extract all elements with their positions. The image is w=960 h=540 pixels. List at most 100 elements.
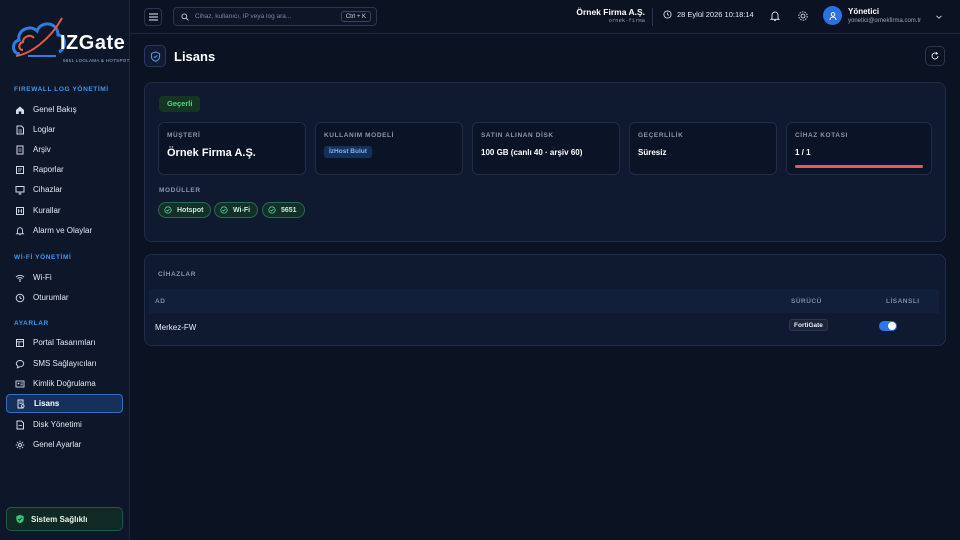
sidebar-item-reports[interactable]: Raporlar: [6, 160, 123, 179]
device-name-cell: Merkez-FW: [155, 323, 197, 332]
module-label: 5651: [281, 206, 297, 214]
topbar: Ctrl + K Örnek Firma A.Ş. ornek-firma 28…: [130, 0, 960, 34]
hamburger-icon: [148, 13, 158, 21]
usage-model-card: KULLANIM MODELİ İzHost Bulut: [315, 122, 463, 175]
sidebar-item-label: Genel Bakış: [33, 105, 77, 114]
sidebar-item-portal-designs[interactable]: Portal Tasarımları: [6, 333, 123, 352]
company-slug: ornek-firma: [608, 18, 645, 24]
purchased-disk-value: 100 GB (canlı 40 · arşiv 60): [481, 148, 583, 157]
sidebar-item-label: Wi-Fi: [33, 273, 52, 282]
toggle-knob: [888, 322, 896, 330]
sidebar-item-sessions[interactable]: Oturumlar: [6, 288, 123, 307]
check-circle-icon: [164, 206, 172, 214]
monitor-icon: [15, 185, 25, 194]
purchased-disk-label: SATIN ALINAN DİSK: [481, 132, 554, 139]
archive-icon: [16, 145, 24, 154]
sidebar-item-disk-management[interactable]: Disk Yönetimi: [6, 415, 123, 434]
document-icon: [16, 125, 24, 134]
device-quota-card: CİHAZ KOTASI 1 / 1: [786, 122, 932, 175]
sidebar-item-rules[interactable]: Kurallar: [6, 201, 123, 220]
sidebar-item-label: Cihazlar: [33, 185, 63, 194]
chevron-down-icon[interactable]: [935, 13, 943, 21]
sidebar-item-label: Lisans: [34, 399, 60, 408]
column-header-driver[interactable]: SÜRÜCÜ: [791, 298, 822, 305]
validity-value: Süresiz: [638, 148, 667, 157]
avatar: [823, 6, 842, 25]
usage-model-chip: İzHost Bulut: [324, 146, 372, 158]
shield-check-icon: [16, 514, 24, 524]
search-box[interactable]: Ctrl + K: [173, 7, 377, 26]
column-header-name[interactable]: AD: [155, 298, 165, 305]
user-icon: [828, 11, 837, 20]
search-input[interactable]: [195, 13, 345, 20]
module-chip-wifi: Wi-Fi: [214, 202, 259, 218]
sidebar-item-wifi[interactable]: Wi-Fi: [6, 268, 123, 287]
clock-icon: [15, 293, 25, 302]
refresh-icon: [931, 51, 939, 60]
device-quota-progress: [795, 165, 923, 168]
rules-icon: [16, 206, 24, 215]
datetime-text: 28 Eylül 2026 10:18:14: [677, 10, 754, 19]
sidebar-item-general-settings[interactable]: Genel Ayarlar: [6, 435, 123, 454]
company-name: Örnek Firma A.Ş.: [576, 7, 645, 17]
devices-table-header: AD SÜRÜCÜ LİSANSLI: [149, 289, 939, 313]
sidebar-item-label: Kurallar: [33, 206, 61, 215]
chat-icon: [15, 359, 25, 369]
sidebar-item-logs[interactable]: Loglar: [6, 120, 123, 139]
sidebar-item-label: SMS Sağlayıcıları: [33, 359, 97, 368]
refresh-button[interactable]: [925, 46, 945, 66]
sidebar-item-overview[interactable]: Genel Bakış: [6, 100, 123, 119]
sidebar-item-label: Disk Yönetimi: [33, 420, 82, 429]
sidebar-item-authentication[interactable]: Kimlik Doğrulama: [6, 374, 123, 393]
search-shortcut: Ctrl + K: [340, 11, 371, 22]
sidebar-item-devices[interactable]: Cihazlar: [6, 180, 123, 199]
validity-label: GEÇERLİLİK: [638, 132, 684, 139]
device-licensed-toggle[interactable]: [879, 321, 897, 331]
customer-card: MÜŞTERİ Örnek Firma A.Ş.: [158, 122, 306, 175]
brand-name: IZGate: [60, 32, 126, 54]
sidebar-item-license[interactable]: Lisans: [6, 394, 123, 413]
system-health-label: Sistem Sağlıklı: [31, 514, 88, 524]
shield-icon: [150, 50, 160, 62]
bell-icon: [15, 226, 25, 235]
device-quota-value: 1 / 1: [795, 148, 811, 157]
module-chip-hotspot: Hotspot: [158, 202, 212, 218]
user-menu[interactable]: Yönetici yonetici@ornekfirma.com.tr: [823, 6, 921, 25]
sidebar-item-label: Genel Ayarlar: [33, 440, 82, 449]
user-name: Yönetici: [848, 7, 880, 16]
sidebar-item-label: Raporlar: [33, 165, 64, 174]
column-header-licensed[interactable]: LİSANSLI: [886, 298, 920, 305]
sidebar-item-label: Alarm ve Olaylar: [33, 226, 93, 235]
customer-value: Örnek Firma A.Ş.: [167, 147, 256, 159]
search-icon: [181, 12, 189, 21]
device-driver-chip: FortiGate: [789, 319, 828, 331]
brand-tagline: 5651 LOGLAMA & HOTSPOT: [63, 58, 130, 63]
sidebar-item-alarms[interactable]: Alarm ve Olaylar: [6, 221, 123, 240]
settings-button[interactable]: [797, 10, 809, 22]
customer-label: MÜŞTERİ: [167, 132, 201, 139]
user-email: yonetici@ornekfirma.com.tr: [848, 18, 922, 24]
sidebar: IZGate 5651 LOGLAMA & HOTSPOT FIREWALL L…: [0, 0, 130, 540]
sidebar-item-archive[interactable]: Arşiv: [6, 140, 123, 159]
sidebar-item-label: Loglar: [33, 125, 56, 134]
module-label: Wi-Fi: [233, 206, 251, 214]
clock-icon: [663, 10, 672, 19]
notifications-button[interactable]: [769, 10, 781, 22]
company-switcher[interactable]: Örnek Firma A.Ş. ornek-firma: [576, 7, 645, 24]
usage-model-label: KULLANIM MODELİ: [324, 132, 395, 139]
table-row[interactable]: Merkez-FW FortiGate: [149, 313, 939, 339]
report-icon: [16, 165, 24, 174]
section-title-firewall: FIREWALL LOG YÖNETİMİ: [14, 86, 109, 93]
brand-logo[interactable]: IZGate 5651 LOGLAMA & HOTSPOT: [10, 10, 129, 68]
module-label: Hotspot: [177, 206, 204, 214]
modules-label: MODÜLLER: [159, 187, 201, 194]
page-icon: [144, 45, 166, 67]
sidebar-item-label: Oturumlar: [33, 293, 69, 302]
sidebar-item-sms-providers[interactable]: SMS Sağlayıcıları: [6, 354, 123, 373]
menu-toggle-button[interactable]: [144, 8, 162, 26]
datetime-display: 28 Eylül 2026 10:18:14: [663, 10, 754, 19]
disk-icon: [16, 420, 24, 429]
system-health-status[interactable]: Sistem Sağlıklı: [6, 507, 123, 531]
layout-icon: [16, 338, 24, 347]
device-quota-label: CİHAZ KOTASI: [795, 132, 848, 139]
